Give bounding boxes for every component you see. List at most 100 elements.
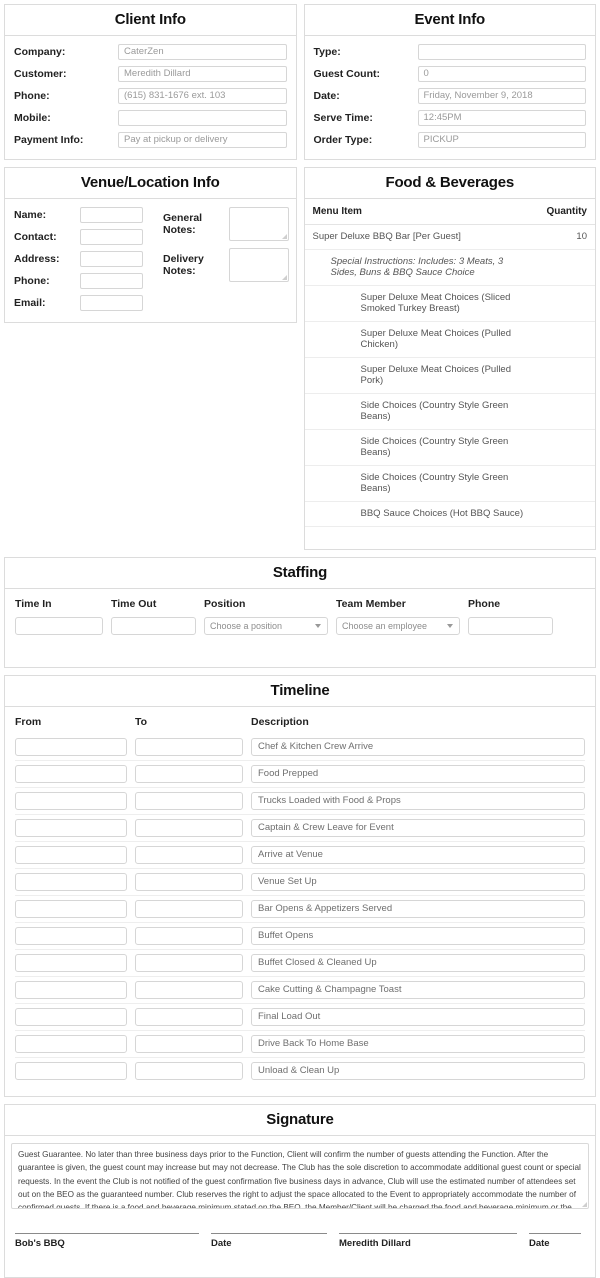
- timeline-from-input[interactable]: [15, 927, 127, 945]
- timeline-from-input[interactable]: [15, 954, 127, 972]
- quantity-cell: [538, 321, 595, 358]
- venue-email-input[interactable]: [80, 295, 143, 311]
- client-company-input[interactable]: CaterZen: [118, 44, 287, 60]
- timeline-row: Final Load Out: [15, 1004, 585, 1031]
- timeline-to-input[interactable]: [135, 1008, 243, 1026]
- delivery-notes-label: Delivery Notes:: [163, 253, 204, 277]
- client-phone-input[interactable]: (615) 831-1676 ext. 103: [118, 88, 287, 104]
- client-mobile-input[interactable]: [118, 110, 287, 126]
- venue-contact-input[interactable]: [80, 229, 143, 245]
- delivery-notes-textarea[interactable]: [229, 248, 289, 282]
- event-guest-count-row: Guest Count: 0: [314, 66, 586, 82]
- top-sections-row: Client Info Company: CaterZen Customer: …: [4, 4, 596, 167]
- event-guest-count-input[interactable]: 0: [417, 66, 586, 82]
- timeline-description-input[interactable]: Trucks Loaded with Food & Props: [251, 792, 585, 810]
- staff-position-select[interactable]: Choose a position: [204, 617, 328, 635]
- general-notes-textarea[interactable]: [229, 207, 289, 241]
- timeline-to-input[interactable]: [135, 900, 243, 918]
- timeline-row: Captain & Crew Leave for Event: [15, 815, 585, 842]
- timeline-description-input[interactable]: Drive Back To Home Base: [251, 1035, 585, 1053]
- timeline-from-input[interactable]: [15, 765, 127, 783]
- staffing-title: Staffing: [272, 564, 328, 581]
- event-type-input[interactable]: [417, 44, 586, 60]
- signature-block-vendor: Bob's BBQ: [15, 1233, 211, 1249]
- timeline-to-input[interactable]: [135, 738, 243, 756]
- timeline-to-input[interactable]: [135, 846, 243, 864]
- timeline-to-input[interactable]: [135, 819, 243, 837]
- table-row: Special Instructions: Includes: 3 Meats,…: [304, 249, 595, 286]
- event-serve-time-label: Serve Time:: [313, 112, 373, 124]
- signature-block-client: Meredith Dillard: [339, 1233, 529, 1249]
- timeline-description-input[interactable]: Buffet Opens: [251, 927, 585, 945]
- staffing-column-headers: Time In Time Out Position Team Member Ph…: [15, 598, 585, 610]
- staff-time-out-input[interactable]: [111, 617, 196, 635]
- signature-client-date-label: Date: [529, 1238, 550, 1249]
- client-company-row: Company: CaterZen: [14, 44, 287, 60]
- event-order-type-row: Order Type: PICKUP: [313, 132, 586, 148]
- event-order-type-label: Order Type:: [313, 134, 373, 146]
- timeline-description-input[interactable]: Captain & Crew Leave for Event: [251, 819, 585, 837]
- phone-column-header: Phone: [468, 598, 501, 610]
- timeline-to-input[interactable]: [135, 954, 243, 972]
- timeline-description-input[interactable]: Cake Cutting & Champagne Toast: [251, 981, 585, 999]
- menu-item-cell: Side Choices (Country Style Green Beans): [304, 429, 539, 466]
- timeline-to-input[interactable]: [135, 1035, 243, 1053]
- client-customer-input[interactable]: Meredith Dillard: [118, 66, 287, 82]
- timeline-from-input[interactable]: [15, 873, 127, 891]
- chevron-down-icon: [315, 624, 321, 628]
- staff-phone-input[interactable]: [468, 617, 553, 635]
- timeline-description-input[interactable]: Food Prepped: [251, 765, 585, 783]
- client-payment-input[interactable]: Pay at pickup or delivery: [118, 132, 287, 148]
- signature-vendor-date-label: Date: [211, 1238, 232, 1249]
- client-phone-row: Phone: (615) 831-1676 ext. 103: [14, 88, 287, 104]
- client-info-panel: Client Info Company: CaterZen Customer: …: [4, 4, 297, 160]
- timeline-to-input[interactable]: [135, 765, 243, 783]
- menu-item-column-header: Menu Item: [304, 199, 539, 225]
- timeline-from-input[interactable]: [15, 738, 127, 756]
- event-serve-time-input[interactable]: 12:45PM: [417, 110, 586, 126]
- timeline-description-input[interactable]: Unload & Clean Up: [251, 1062, 585, 1080]
- timeline-from-input[interactable]: [15, 792, 127, 810]
- timeline-from-input[interactable]: [15, 1008, 127, 1026]
- staff-time-in-input[interactable]: [15, 617, 103, 635]
- venue-address-input[interactable]: [80, 251, 143, 267]
- timeline-from-input[interactable]: [15, 819, 127, 837]
- timeline-from-input[interactable]: [15, 846, 127, 864]
- timeline-from-input[interactable]: [15, 900, 127, 918]
- staffing-body: Time In Time Out Position Team Member Ph…: [5, 589, 595, 667]
- timeline-description-input[interactable]: Final Load Out: [251, 1008, 585, 1026]
- timeline-description-input[interactable]: Chef & Kitchen Crew Arrive: [251, 738, 585, 756]
- timeline-to-input[interactable]: [135, 1062, 243, 1080]
- timeline-to-input[interactable]: [135, 927, 243, 945]
- timeline-description-input[interactable]: Buffet Closed & Cleaned Up: [251, 954, 585, 972]
- description-column-header: Description: [251, 716, 309, 728]
- timeline-description-input[interactable]: Bar Opens & Appetizers Served: [251, 900, 585, 918]
- venue-email-label: Email:: [14, 297, 46, 309]
- venue-address-label: Address:: [14, 253, 60, 265]
- timeline-from-input[interactable]: [15, 1062, 127, 1080]
- client-info-body: Company: CaterZen Customer: Meredith Dil…: [5, 36, 296, 159]
- staffing-row: Choose a position Choose an employee: [15, 617, 585, 635]
- event-date-label: Date:: [313, 90, 340, 102]
- timeline-from-input[interactable]: [15, 1035, 127, 1053]
- signature-block-vendor-date: Date: [211, 1233, 339, 1249]
- timeline-to-input[interactable]: [135, 792, 243, 810]
- event-info-column: Event Info Type: Guest Count: 0 Date: Fr…: [303, 4, 596, 167]
- quantity-cell: 10: [538, 224, 595, 250]
- event-date-input[interactable]: Friday, November 9, 2018: [417, 88, 586, 104]
- timeline-description-input[interactable]: Venue Set Up: [251, 873, 585, 891]
- timeline-description-input[interactable]: Arrive at Venue: [251, 846, 585, 864]
- signature-block-client-date: Date: [529, 1233, 585, 1249]
- timeline-row: Chef & Kitchen Crew Arrive: [15, 734, 585, 761]
- venue-name-input[interactable]: [80, 207, 143, 223]
- timeline-to-input[interactable]: [135, 873, 243, 891]
- venue-phone-input[interactable]: [80, 273, 143, 289]
- guest-guarantee-terms-textarea[interactable]: Guest Guarantee. No later than three bus…: [11, 1143, 589, 1209]
- timeline-panel: Timeline From To Description Chef & Kitc…: [4, 675, 596, 1097]
- timeline-to-input[interactable]: [135, 981, 243, 999]
- quantity-cell: [538, 357, 595, 394]
- timeline-from-input[interactable]: [15, 981, 127, 999]
- event-order-type-input[interactable]: PICKUP: [417, 132, 586, 148]
- staff-team-member-select[interactable]: Choose an employee: [336, 617, 460, 635]
- venue-info-header: Venue/Location Info: [5, 168, 296, 199]
